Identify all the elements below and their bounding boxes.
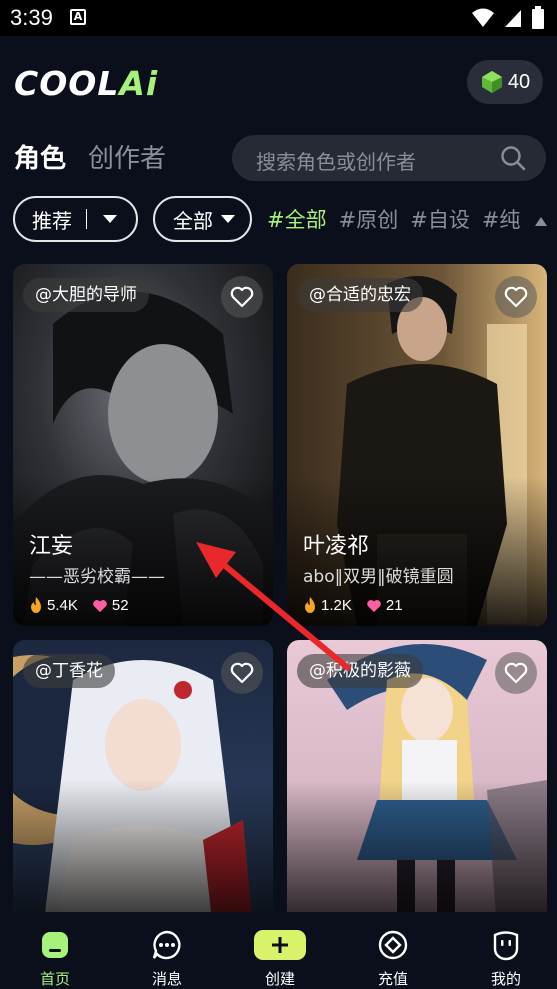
character-card[interactable]: @积极的影薇: [287, 640, 547, 930]
chevron-down-icon: [103, 215, 117, 223]
green-gem-icon: [481, 71, 502, 93]
search-icon[interactable]: [500, 145, 526, 171]
heat-count: 1.2K: [321, 596, 352, 614]
likes-count: 21: [385, 596, 403, 614]
nav-messages[interactable]: 消息: [127, 912, 207, 989]
character-tagline: abo‖双男‖破镜重圆: [303, 567, 454, 587]
hashtag-self-set[interactable]: #自设: [410, 204, 470, 234]
character-name: 江妄: [29, 534, 74, 559]
chevron-down-icon: [221, 215, 235, 223]
creator-tag[interactable]: @大胆的导师: [23, 278, 149, 312]
character-card[interactable]: @合适的忠宏 叶凌祁 abo‖双男‖破镜重圆 1.2K 21: [287, 264, 547, 626]
heart-icon: [367, 599, 381, 612]
bottom-nav: 首页 消息 创建 充值 我的: [0, 912, 557, 989]
character-card[interactable]: @丁香花: [13, 640, 273, 930]
nav-recharge-label: 充值: [377, 970, 408, 988]
hashtag-pure[interactable]: #纯: [482, 204, 521, 234]
creator-tag[interactable]: @合适的忠宏: [297, 278, 423, 312]
creator-tag[interactable]: @丁香花: [23, 654, 115, 688]
heart-outline-icon: [504, 662, 528, 684]
favorite-button[interactable]: [221, 652, 263, 694]
all-label: 全部: [173, 208, 213, 233]
heat-count: 5.4K: [47, 596, 78, 614]
heart-outline-icon: [230, 286, 254, 308]
nav-recharge[interactable]: 充值: [353, 912, 433, 989]
card-gradient: [287, 780, 547, 930]
fire-icon: [31, 597, 41, 613]
favorite-button[interactable]: [495, 276, 537, 318]
nav-profile-label: 我的: [490, 970, 521, 988]
heart-outline-icon: [504, 286, 528, 308]
creator-tag[interactable]: @积极的影薇: [297, 654, 423, 688]
heart-outline-icon: [230, 662, 254, 684]
tab-creators[interactable]: 创作者: [88, 138, 166, 175]
signal-icon: [505, 10, 521, 27]
system-icons: [471, 6, 545, 30]
filter-bar: 推荐 全部 #全部 #原创 #自设 #纯: [0, 196, 557, 244]
nav-create-label: 创建: [264, 970, 295, 988]
app-logo: COOLAi: [14, 64, 158, 103]
recommend-label: 推荐: [32, 208, 72, 233]
character-name: 叶凌祁: [303, 534, 370, 559]
search-placeholder: 搜索角色或创作者: [256, 150, 416, 174]
message-icon: [152, 930, 181, 960]
recommend-dropdown[interactable]: 推荐: [13, 196, 138, 242]
tabs-row: 角色 创作者 搜索角色或创作者: [0, 130, 557, 188]
hashtag-list: #全部 #原创 #自设 #纯: [267, 204, 520, 234]
favorite-button[interactable]: [495, 652, 537, 694]
search-input[interactable]: 搜索角色或创作者: [232, 135, 546, 181]
fire-icon: [305, 597, 315, 613]
coin-count: 40: [507, 70, 531, 93]
profile-icon: [493, 931, 519, 961]
create-plus-icon: [254, 930, 306, 960]
hashtag-original[interactable]: #原创: [339, 204, 399, 234]
app-header: COOLAi 40: [0, 36, 557, 126]
nav-home-label: 首页: [39, 970, 70, 988]
battery-icon: [532, 6, 544, 29]
recharge-icon: [378, 930, 408, 960]
character-tagline: ——恶劣校霸——: [29, 567, 165, 587]
home-icon: [42, 932, 68, 958]
card-stats: 1.2K 21: [303, 596, 411, 614]
logo-main: COOL: [14, 64, 120, 103]
card-stats: 5.4K 52: [29, 596, 137, 614]
nav-create[interactable]: 创建: [240, 912, 320, 989]
status-bar: 3:39 A: [0, 0, 557, 36]
tab-characters[interactable]: 角色: [14, 138, 66, 175]
likes-count: 52: [111, 596, 129, 614]
a-icon: A: [70, 9, 86, 25]
wifi-icon: [472, 8, 494, 27]
nav-messages-label: 消息: [151, 970, 182, 988]
coin-balance-button[interactable]: 40: [467, 60, 543, 104]
divider: [86, 209, 87, 229]
all-dropdown[interactable]: 全部: [153, 196, 252, 242]
nav-home[interactable]: 首页: [15, 912, 95, 989]
nav-profile[interactable]: 我的: [466, 912, 546, 989]
more-tags-icon[interactable]: [535, 217, 547, 226]
favorite-button[interactable]: [221, 276, 263, 318]
status-time: 3:39: [10, 5, 53, 30]
hashtag-all[interactable]: #全部: [267, 204, 327, 234]
logo-accent: Ai: [119, 64, 159, 103]
character-card[interactable]: @大胆的导师 江妄 ——恶劣校霸—— 5.4K 52: [13, 264, 273, 626]
card-gradient: [13, 780, 273, 930]
heart-icon: [93, 599, 107, 612]
